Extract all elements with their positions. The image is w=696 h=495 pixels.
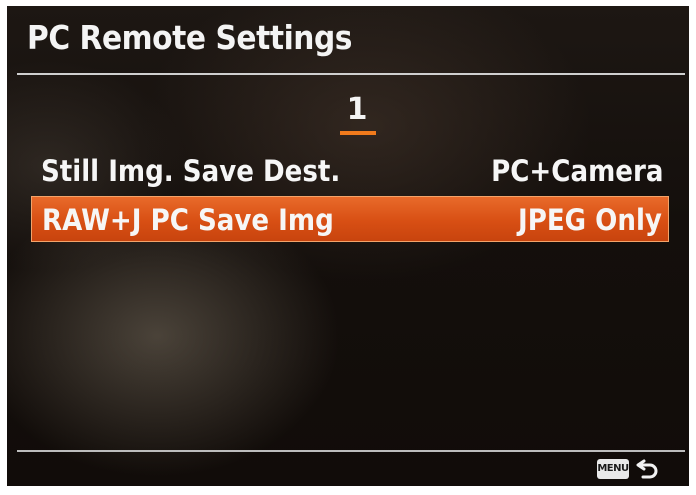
return-arrow-icon [636,459,658,479]
menu-item-raw-j-pc-save-img[interactable]: RAW+J PC Save Img JPEG Only [31,196,669,242]
menu-button-icon: MENU [597,459,629,479]
menu-item-still-img-save-dest[interactable]: Still Img. Save Dest. PC+Camera [31,148,669,194]
menu-item-label: RAW+J PC Save Img [42,203,334,237]
page-indicator-underline [340,131,376,135]
menu-back-button[interactable]: MENU [597,456,667,482]
menu-item-value: JPEG Only [518,203,662,237]
menu-item-label: Still Img. Save Dest. [41,154,341,188]
camera-menu-screen: PC Remote Settings 1 Still Img. Save Des… [7,6,689,486]
footer-divider [17,450,685,452]
page-indicator[interactable]: 1 [337,92,377,127]
header-divider [17,73,685,75]
menu-item-value: PC+Camera [490,154,663,188]
page-title: PC Remote Settings [27,18,353,57]
